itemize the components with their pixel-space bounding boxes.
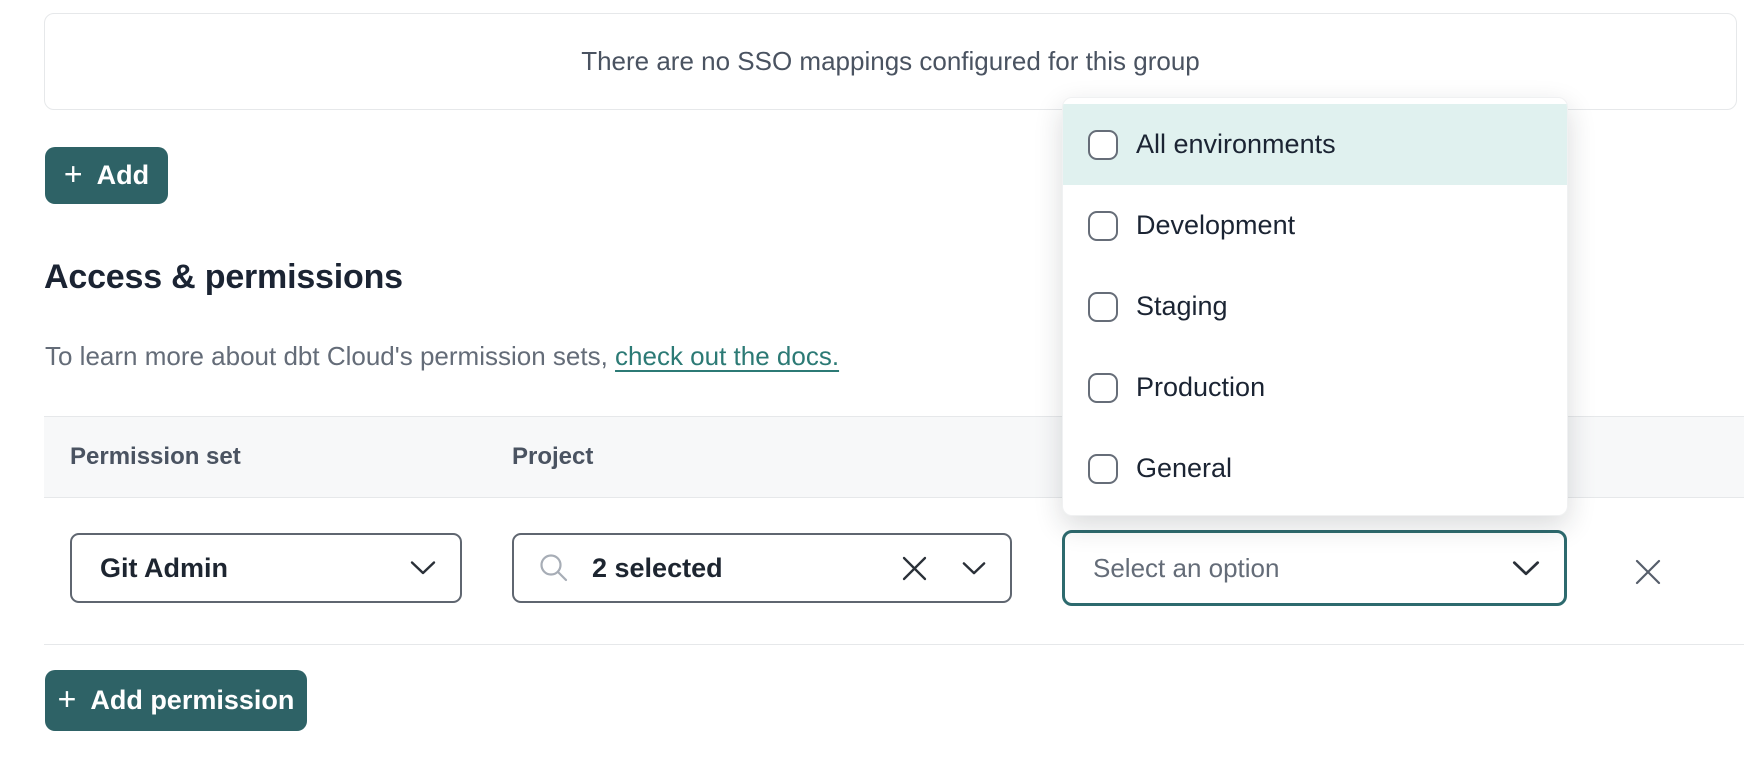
checkbox-icon[interactable] [1088, 292, 1118, 322]
project-select[interactable]: 2 selected [512, 533, 1012, 603]
sso-empty-message: There are no SSO mappings configured for… [581, 46, 1200, 77]
chevron-down-icon [962, 561, 986, 576]
checkbox-icon[interactable] [1088, 454, 1118, 484]
column-header-permission-set: Permission set [70, 417, 241, 497]
group-settings-page: There are no SSO mappings configured for… [0, 0, 1744, 772]
dropdown-option-all-environments[interactable]: All environments [1063, 104, 1567, 185]
dropdown-option-production[interactable]: Production [1063, 347, 1567, 428]
environment-dropdown: All environments Development Staging Pro… [1062, 97, 1568, 516]
sso-empty-state: There are no SSO mappings configured for… [44, 13, 1737, 110]
option-label: General [1136, 453, 1232, 484]
remove-permission-button[interactable] [1632, 556, 1664, 588]
checkbox-icon[interactable] [1088, 373, 1118, 403]
close-icon [1633, 557, 1663, 587]
permission-set-value: Git Admin [100, 553, 228, 584]
page-title: Access & permissions [44, 258, 403, 297]
environment-select[interactable]: Select an option [1062, 530, 1567, 606]
environment-placeholder: Select an option [1093, 553, 1279, 584]
option-label: Staging [1136, 291, 1228, 322]
dropdown-option-general[interactable]: General [1063, 428, 1567, 509]
option-label: All environments [1136, 129, 1336, 160]
checkbox-icon[interactable] [1088, 211, 1118, 241]
add-sso-mapping-button[interactable]: + Add [45, 147, 168, 204]
docs-link[interactable]: check out the docs. [615, 341, 839, 371]
option-label: Production [1136, 372, 1265, 403]
checkbox-icon[interactable] [1088, 130, 1118, 160]
permissions-description: To learn more about dbt Cloud's permissi… [45, 341, 839, 372]
plus-icon: + [64, 158, 83, 190]
chevron-down-icon [1512, 560, 1540, 577]
clear-selection-icon[interactable] [901, 555, 928, 582]
search-icon [538, 552, 570, 584]
project-selected-count: 2 selected [592, 553, 723, 584]
add-button-label: Add [97, 160, 149, 191]
dropdown-option-staging[interactable]: Staging [1063, 266, 1567, 347]
description-text: To learn more about dbt Cloud's permissi… [45, 341, 615, 371]
option-label: Development [1136, 210, 1295, 241]
row-divider [44, 644, 1744, 645]
dropdown-option-development[interactable]: Development [1063, 185, 1567, 266]
column-header-project: Project [512, 417, 593, 497]
add-permission-button[interactable]: + Add permission [45, 670, 307, 731]
plus-icon: + [58, 683, 77, 715]
permission-set-select[interactable]: Git Admin [70, 533, 462, 603]
add-permission-label: Add permission [90, 685, 294, 716]
chevron-down-icon [410, 560, 436, 576]
